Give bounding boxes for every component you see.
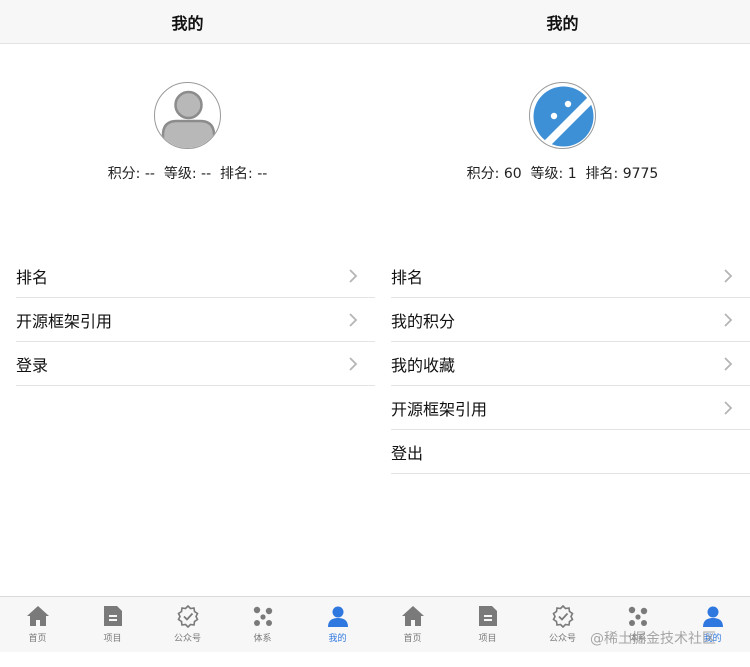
tab-label: 项目 (103, 634, 122, 644)
tab-label: 公众号 (173, 634, 201, 644)
page-title: 我的 (171, 13, 204, 33)
menu-item-login[interactable]: 登录 (16, 342, 375, 386)
menu-item-my-favorites[interactable]: 我的收藏 (391, 342, 750, 386)
tab-label: 我的 (328, 634, 347, 644)
screen-logged-in: 我的 积分: 60 等级: 1 排名: 9775 排名 我的积分 我的收藏 开源… (375, 0, 750, 667)
chevron-right-icon (724, 313, 733, 327)
user-icon (702, 606, 723, 627)
chevron-right-icon (724, 269, 733, 283)
nav-bar: 我的 (375, 0, 750, 44)
chevron-right-icon (724, 401, 733, 415)
tab-mine[interactable]: 我的 (300, 597, 375, 652)
android-icon (533, 86, 594, 147)
menu-list: 排名 开源框架引用 登录 (16, 254, 375, 386)
menu-item-label: 登录 (16, 355, 49, 375)
home-icon (401, 606, 424, 626)
system-nodes-icon (253, 606, 272, 626)
chevron-right-icon (724, 357, 733, 371)
tab-system[interactable]: 体系 (225, 597, 300, 652)
menu-item-logout[interactable]: 登出 (391, 430, 750, 474)
badge-check-icon (551, 604, 574, 628)
system-nodes-icon (628, 606, 647, 626)
menu-item-ranking[interactable]: 排名 (391, 254, 750, 298)
watermark: @稀土掘金技术社区 (590, 631, 716, 647)
tab-home[interactable]: 首页 (375, 597, 450, 652)
menu-item-label: 排名 (391, 267, 424, 287)
tab-label: 首页 (28, 634, 47, 644)
user-stats: 积分: -- 等级: -- 排名: -- (107, 166, 268, 182)
menu-item-open-source[interactable]: 开源框架引用 (391, 386, 750, 430)
chevron-right-icon (349, 357, 358, 371)
tab-label: 项目 (478, 634, 497, 644)
home-icon (26, 606, 49, 626)
menu-item-label: 开源框架引用 (16, 311, 113, 331)
tab-project[interactable]: 项目 (450, 597, 525, 652)
menu-list: 排名 我的积分 我的收藏 开源框架引用 登出 (391, 254, 750, 474)
menu-item-label: 登出 (391, 443, 424, 463)
menu-item-label: 开源框架引用 (391, 399, 488, 419)
nav-bar: 我的 (0, 0, 375, 44)
tab-project[interactable]: 项目 (75, 597, 150, 652)
chevron-right-icon (349, 313, 358, 327)
project-icon (478, 606, 497, 626)
user-stats: 积分: 60 等级: 1 排名: 9775 (466, 166, 659, 182)
tab-label: 体系 (253, 634, 272, 644)
menu-item-label: 我的收藏 (391, 355, 456, 375)
menu-item-my-points[interactable]: 我的积分 (391, 298, 750, 342)
tab-home[interactable]: 首页 (0, 597, 75, 652)
default-user-icon (161, 90, 216, 148)
page-title: 我的 (546, 13, 579, 33)
chevron-right-icon (349, 269, 358, 283)
menu-item-open-source[interactable]: 开源框架引用 (16, 298, 375, 342)
tab-bar: 首页 项目 公众号 体系 我的 (0, 596, 375, 652)
user-icon (327, 606, 348, 627)
avatar[interactable] (154, 82, 221, 149)
badge-check-icon (176, 604, 199, 628)
avatar[interactable] (529, 82, 596, 149)
tab-label: 公众号 (548, 634, 576, 644)
project-icon (103, 606, 122, 626)
tab-official-account[interactable]: 公众号 (525, 597, 600, 652)
menu-item-label: 排名 (16, 267, 49, 287)
tab-official-account[interactable]: 公众号 (150, 597, 225, 652)
menu-item-ranking[interactable]: 排名 (16, 254, 375, 298)
tab-label: 首页 (403, 634, 422, 644)
screen-logged-out: 我的 积分: -- 等级: -- 排名: -- 排名 开源框架引用 登录 首页 (0, 0, 375, 667)
menu-item-label: 我的积分 (391, 311, 456, 331)
